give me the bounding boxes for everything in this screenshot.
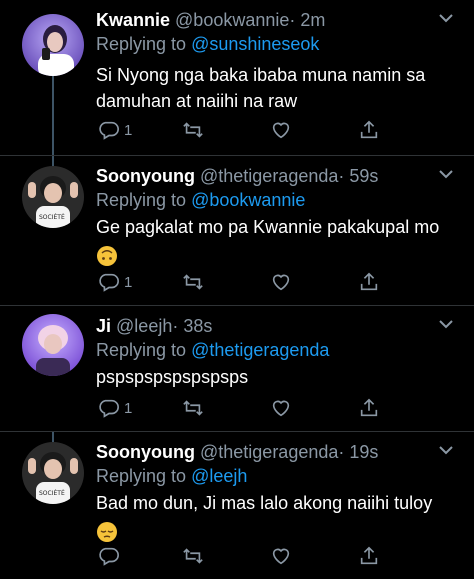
- share-button[interactable]: [358, 118, 380, 142]
- upside-down-face-icon: [97, 246, 117, 267]
- share-button[interactable]: [358, 396, 380, 420]
- replying-to-label: Replying to: [96, 34, 192, 54]
- retweet-icon: [183, 274, 203, 290]
- retweet-button[interactable]: [182, 270, 204, 294]
- reply-icon: [99, 121, 119, 140]
- replying-to: Replying to @thetigeragenda: [96, 338, 329, 362]
- heart-icon: [272, 548, 290, 565]
- display-name[interactable]: Ji: [96, 316, 111, 336]
- share-icon: [360, 272, 378, 291]
- chevron-down-icon[interactable]: [436, 10, 456, 26]
- timestamp[interactable]: · 38s: [172, 316, 212, 336]
- display-name[interactable]: Soonyoung: [96, 166, 195, 186]
- reply-icon: [99, 547, 119, 566]
- svg-text:SOCIÉTÉ: SOCIÉTÉ: [39, 213, 65, 221]
- retweet-button[interactable]: [182, 396, 204, 420]
- heart-icon: [272, 274, 290, 291]
- share-button[interactable]: [358, 544, 380, 568]
- reply-count: 1: [124, 121, 133, 139]
- user-handle[interactable]: @thetigeragenda: [200, 166, 338, 186]
- retweet-icon: [183, 400, 203, 416]
- reply-button[interactable]: 1: [98, 396, 132, 420]
- replying-to-label: Replying to: [96, 340, 192, 360]
- mention-link[interactable]: @thetigeragenda: [191, 340, 329, 360]
- heart-icon: [272, 122, 290, 139]
- reply-button[interactable]: 1: [98, 118, 132, 142]
- share-button[interactable]: [358, 270, 380, 294]
- reply-icon: [99, 273, 119, 292]
- reply-button[interactable]: [98, 544, 124, 568]
- chevron-down-icon[interactable]: [436, 442, 456, 458]
- replying-to: Replying to @sunshineseok: [96, 32, 319, 56]
- like-button[interactable]: [270, 118, 292, 142]
- tweet[interactable]: SOCIÉTÉ Soonyoung @thetigeragenda· 19s R…: [0, 432, 474, 579]
- user-handle[interactable]: @leejh: [116, 316, 172, 336]
- timestamp[interactable]: · 19s: [338, 442, 378, 462]
- mention-link[interactable]: @leejh: [191, 466, 247, 486]
- replying-to: Replying to @leejh: [96, 464, 247, 488]
- chevron-down-icon[interactable]: [436, 166, 456, 182]
- pensive-face-icon: [97, 522, 117, 543]
- display-name[interactable]: Kwannie: [96, 10, 170, 30]
- retweet-button[interactable]: [182, 118, 204, 142]
- timestamp[interactable]: · 59s: [338, 166, 378, 186]
- like-button[interactable]: [270, 544, 292, 568]
- tweet-header: Ji @leejh· 38s: [96, 314, 212, 338]
- tweet-text: Bad mo dun, Ji mas lalo akong naiihi tul…: [96, 490, 456, 543]
- avatar[interactable]: [22, 314, 84, 376]
- reply-count: 1: [124, 399, 133, 417]
- retweet-icon: [183, 122, 203, 138]
- mention-link[interactable]: @bookwannie: [191, 190, 305, 210]
- tweet[interactable]: Ji @leejh· 38s Replying to @thetigeragen…: [0, 306, 474, 430]
- timestamp[interactable]: · 2m: [289, 10, 325, 30]
- reply-button[interactable]: 1: [98, 270, 132, 294]
- avatar[interactable]: SOCIÉTÉ: [22, 442, 84, 504]
- user-handle[interactable]: @bookwannie: [175, 10, 289, 30]
- heart-icon: [272, 400, 290, 417]
- like-button[interactable]: [270, 270, 292, 294]
- tweet-text: pspspspspspspsps: [96, 367, 249, 387]
- replying-to-label: Replying to: [96, 190, 192, 210]
- share-icon: [360, 546, 378, 565]
- like-button[interactable]: [270, 396, 292, 420]
- tweet-actions: 1: [96, 396, 396, 420]
- svg-text:SOCIÉTÉ: SOCIÉTÉ: [39, 489, 65, 497]
- avatar[interactable]: [22, 14, 84, 76]
- chevron-down-icon[interactable]: [436, 316, 456, 332]
- tweet-header: Kwannie @bookwannie· 2m: [96, 8, 325, 32]
- retweet-icon: [183, 548, 203, 564]
- avatar[interactable]: SOCIÉTÉ: [22, 166, 84, 228]
- tweet-header: Soonyoung @thetigeragenda· 19s: [96, 440, 378, 464]
- display-name[interactable]: Soonyoung: [96, 442, 195, 462]
- user-handle[interactable]: @thetigeragenda: [200, 442, 338, 462]
- reply-count: 1: [124, 273, 133, 291]
- tweet-actions: [96, 544, 396, 568]
- reply-icon: [99, 399, 119, 418]
- tweet-header: Soonyoung @thetigeragenda· 59s: [96, 164, 378, 188]
- tweet-text-content: Ge pagkalat mo pa Kwannie pakakupal mo: [96, 217, 440, 237]
- tweet-text-content: Bad mo dun, Ji mas lalo akong naiihi tul…: [96, 493, 433, 513]
- replying-to-label: Replying to: [96, 466, 192, 486]
- mention-link[interactable]: @sunshineseok: [191, 34, 319, 54]
- tweet-text: Ge pagkalat mo pa Kwannie pakakupal mo: [96, 214, 456, 267]
- share-icon: [360, 120, 378, 139]
- tweet[interactable]: SOCIÉTÉ Soonyoung @thetigeragenda· 59s R…: [0, 156, 474, 304]
- tweet-text: Si Nyong nga baka ibaba muna namin sa da…: [96, 65, 426, 111]
- tweet[interactable]: Kwannie @bookwannie· 2m Replying to @sun…: [0, 0, 474, 160]
- tweet-actions: 1: [96, 118, 396, 142]
- replying-to: Replying to @bookwannie: [96, 188, 305, 212]
- retweet-button[interactable]: [182, 544, 204, 568]
- tweet-actions: 1: [96, 270, 396, 294]
- share-icon: [360, 398, 378, 417]
